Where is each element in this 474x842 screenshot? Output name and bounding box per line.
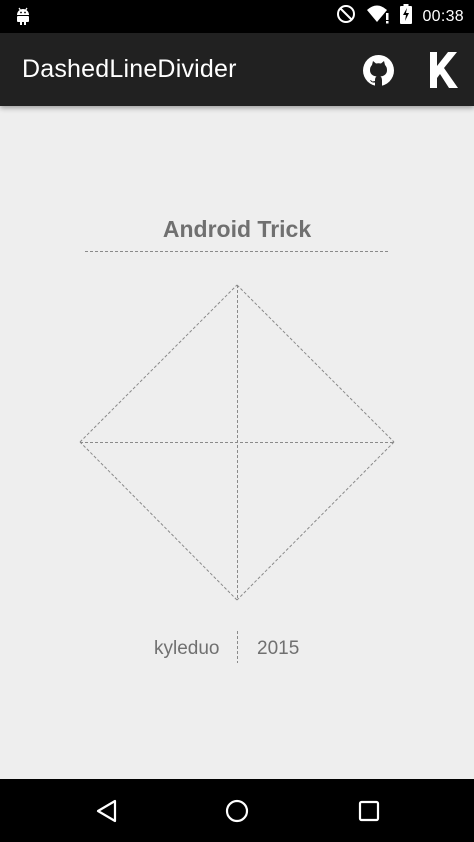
diamond-edge-top-left (79, 284, 238, 443)
do-not-disturb-icon (336, 4, 356, 29)
app-title: DashedLineDivider (22, 55, 237, 83)
year-label: 2015 (257, 638, 300, 659)
github-icon[interactable] (362, 54, 395, 87)
battery-charging-icon (400, 4, 413, 29)
status-time: 00:38 (422, 7, 464, 25)
diamond-edge-bottom-right (236, 441, 395, 601)
k-logo-icon[interactable] (424, 51, 460, 89)
wifi-icon (366, 4, 390, 29)
diamond-edge-bottom-left (79, 441, 238, 601)
main-content: Android Trick kyleduo 2015 (0, 106, 474, 779)
author-label: kyleduo (154, 638, 220, 659)
diamond-edge-top-right (236, 284, 395, 443)
status-bar: 00:38 (0, 0, 474, 33)
home-icon[interactable] (222, 796, 252, 826)
navigation-bar (0, 779, 474, 842)
dashed-diamond-diagram (79, 251, 395, 663)
android-icon (14, 6, 32, 31)
recents-icon[interactable] (354, 796, 384, 826)
app-bar: DashedLineDivider (0, 33, 474, 106)
back-icon[interactable] (92, 796, 122, 826)
